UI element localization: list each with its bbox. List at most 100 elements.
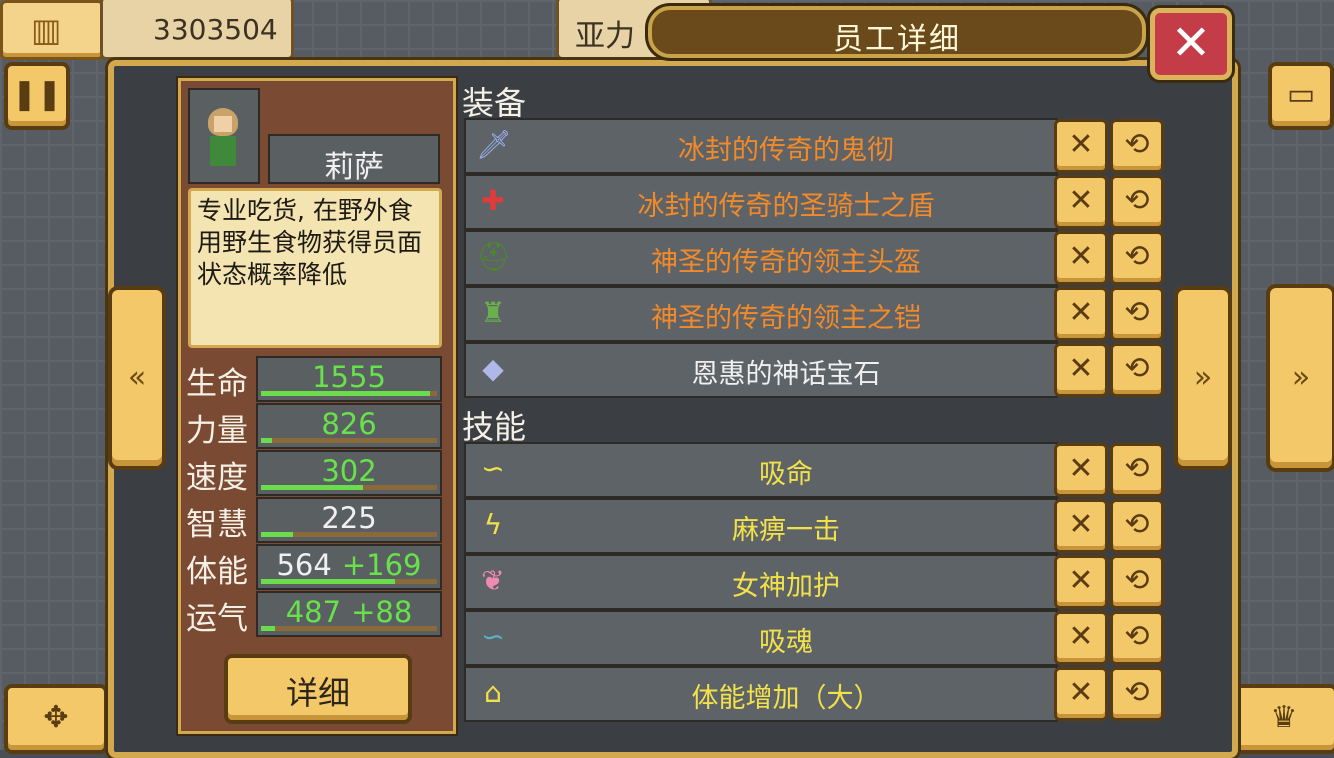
swap-button[interactable]: ⟲ <box>1110 555 1164 609</box>
stat-bar: 225 <box>256 497 442 543</box>
swap-button[interactable]: ⟲ <box>1110 667 1164 721</box>
stat-progress-track <box>261 438 437 443</box>
helmet-icon: ⛑ <box>476 240 512 273</box>
stat-progress-track <box>261 626 437 631</box>
shield-icon: ✚ <box>481 184 505 217</box>
list-row[interactable]: 🗡 冰封的传奇的鬼彻 <box>464 118 1058 174</box>
money-panel: 3303504 <box>100 0 294 60</box>
list-row[interactable]: ∽ 吸命 <box>464 442 1058 498</box>
detail-button-label: 详细 <box>285 674 350 712</box>
swap-button[interactable]: ⟲ <box>1110 611 1164 665</box>
remove-button[interactable]: ✕ <box>1054 443 1108 497</box>
stat-label: 生命 <box>186 366 248 402</box>
stat-value: 564 +169 <box>276 548 422 582</box>
stat-value: 225 <box>321 501 377 535</box>
row-label: 神圣的传奇的领主之铠 <box>651 303 921 334</box>
character-description-box: 专业吃货, 在野外食用野生食物获得员面状态概率降低 <box>188 188 442 348</box>
close-button[interactable]: ✕ <box>1150 8 1232 80</box>
next-employee-button[interactable]: » <box>1174 286 1232 470</box>
swap-button[interactable]: ⟲ <box>1110 175 1164 229</box>
previous-employee-button[interactable]: « <box>108 286 166 470</box>
row-label: 吸命 <box>759 459 813 490</box>
gem-icon: ◆ <box>482 352 504 385</box>
stat-progress-fill <box>261 532 293 537</box>
list-row[interactable]: ⌂ 体能增加（大） <box>464 666 1058 722</box>
sword-icon: 🗡 <box>476 128 512 161</box>
row-label: 神圣的传奇的领主头盔 <box>651 247 921 278</box>
list-row[interactable]: ◆ 恩惠的神话宝石 <box>464 342 1058 398</box>
stat-bar: 564 +169 <box>256 544 442 590</box>
character-name: 莉萨 <box>324 150 384 185</box>
stat-progress-fill <box>261 626 276 631</box>
list-row[interactable]: ❦ 女神加护 <box>464 554 1058 610</box>
character-name-box[interactable]: 莉萨 <box>268 134 440 185</box>
swap-button[interactable]: ⟲ <box>1110 343 1164 397</box>
list-row[interactable]: ♜ 神圣的传奇的领主之铠 <box>464 286 1058 342</box>
swap-button[interactable]: ⟲ <box>1110 443 1164 497</box>
swap-button[interactable]: ⟲ <box>1110 287 1164 341</box>
building-icon: ▥ <box>31 11 62 49</box>
list-row[interactable]: ⛑ 神圣的传奇的领主头盔 <box>464 230 1058 286</box>
stat-label: 智慧 <box>186 507 248 543</box>
stat-progress-track <box>261 391 437 396</box>
list-row[interactable]: ✚ 冰封的传奇的圣骑士之盾 <box>464 174 1058 230</box>
stat-progress-fill <box>261 485 364 490</box>
stat-progress-track <box>261 532 437 537</box>
stat-progress-fill <box>261 438 272 443</box>
remove-button[interactable]: ✕ <box>1054 287 1108 341</box>
stat-label: 力量 <box>186 413 248 449</box>
stat-bonus: +88 <box>351 595 413 629</box>
swap-button[interactable]: ⟲ <box>1110 119 1164 173</box>
shirt-icon: ⌂ <box>484 676 502 709</box>
remove-button[interactable]: ✕ <box>1054 119 1108 173</box>
stat-progress-fill <box>261 391 430 396</box>
remove-button[interactable]: ✕ <box>1054 499 1108 553</box>
swap-button[interactable]: ⟲ <box>1110 231 1164 285</box>
stat-value: 826 <box>321 407 377 441</box>
window-title: 员工详细 <box>833 22 961 57</box>
stat-progress-track <box>261 485 437 490</box>
remove-button[interactable]: ✕ <box>1054 231 1108 285</box>
remove-button[interactable]: ✕ <box>1054 555 1108 609</box>
lightning-icon: ϟ <box>483 508 503 541</box>
row-label: 冰封的传奇的圣骑士之盾 <box>637 191 935 222</box>
row-label: 恩惠的神话宝石 <box>691 359 881 390</box>
row-label: 吸魂 <box>759 627 813 658</box>
list-row[interactable]: ϟ 麻痹一击 <box>464 498 1058 554</box>
building-button[interactable]: ▥ <box>0 0 104 60</box>
crown-button[interactable]: ♛ <box>1230 684 1334 754</box>
character-description: 专业吃货, 在野外食用野生食物获得员面状态概率降低 <box>197 196 423 289</box>
camera-button[interactable]: ▭ <box>1268 62 1334 130</box>
remove-button[interactable]: ✕ <box>1054 343 1108 397</box>
stat-bar: 487 +88 <box>256 591 442 637</box>
swap-button[interactable]: ⟲ <box>1110 499 1164 553</box>
money-value: 3303504 <box>153 13 278 46</box>
location-text: 亚力 <box>575 19 635 54</box>
stat-value: 1555 <box>312 360 386 394</box>
far-next-button[interactable]: » <box>1266 284 1334 472</box>
drain-life-icon: ∽ <box>481 452 505 485</box>
stat-progress-track <box>261 579 437 584</box>
list-row[interactable]: ∽ 吸魂 <box>464 610 1058 666</box>
remove-button[interactable]: ✕ <box>1054 611 1108 665</box>
stat-bonus: +169 <box>341 548 422 582</box>
move-button[interactable]: ✥ <box>4 684 108 754</box>
stat-label: 速度 <box>186 460 248 496</box>
remove-button[interactable]: ✕ <box>1054 667 1108 721</box>
pause-button[interactable]: ❚❚ <box>4 62 70 130</box>
stat-label: 体能 <box>186 554 248 590</box>
window-title-bar: 员工详细 <box>648 6 1146 58</box>
character-portrait <box>188 88 260 184</box>
remove-button[interactable]: ✕ <box>1054 175 1108 229</box>
row-label: 女神加护 <box>732 571 840 602</box>
armor-icon: ♜ <box>480 296 506 329</box>
stat-bar: 826 <box>256 403 442 449</box>
close-icon: ✕ <box>1170 15 1212 71</box>
row-label: 麻痹一击 <box>732 515 840 546</box>
detail-button[interactable]: 详细 <box>224 654 412 724</box>
stat-progress-fill <box>261 579 395 584</box>
stat-bar: 302 <box>256 450 442 496</box>
drain-soul-icon: ∽ <box>481 620 505 653</box>
wing-icon: ❦ <box>481 564 505 597</box>
stat-value: 302 <box>321 454 377 488</box>
